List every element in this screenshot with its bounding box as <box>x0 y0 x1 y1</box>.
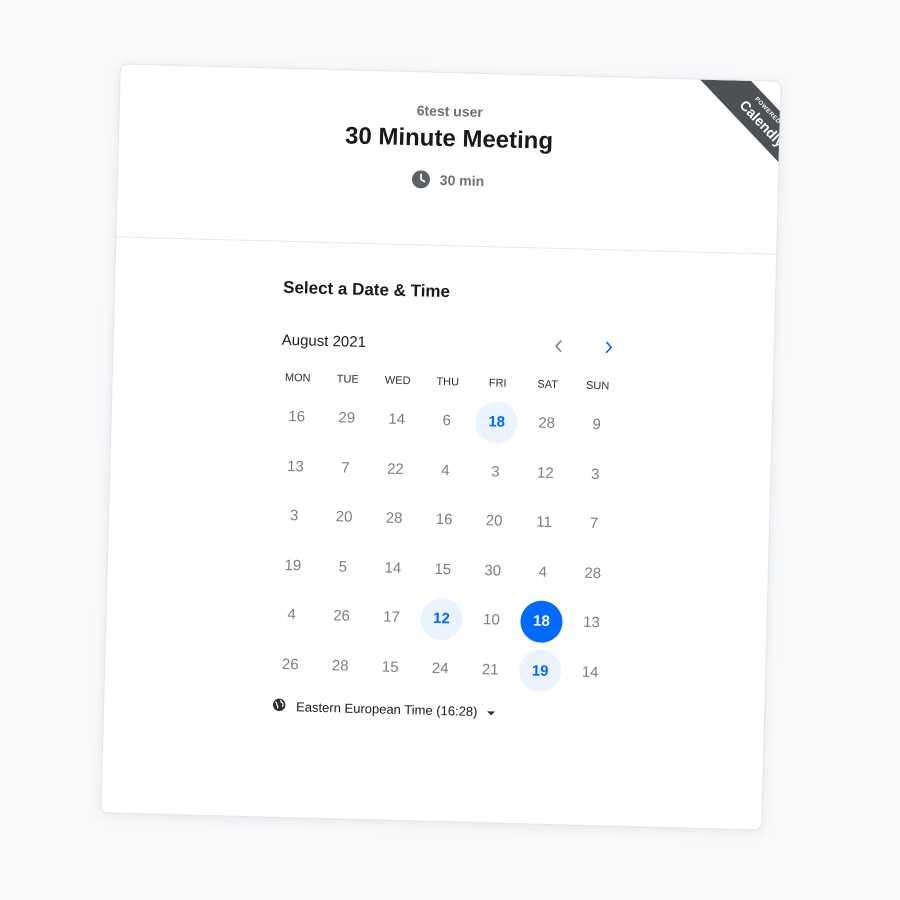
prev-month-button[interactable] <box>545 335 572 362</box>
chevron-right-icon <box>603 340 613 359</box>
chevron-left-icon <box>553 338 563 357</box>
day-cell: 4 <box>538 563 548 581</box>
day-cell: 3 <box>490 463 500 481</box>
day-cell: 9 <box>592 416 602 434</box>
next-month-button[interactable] <box>595 336 622 363</box>
day-cell-selected[interactable]: 18 <box>519 599 564 643</box>
calendar-week-row: 26 28 15 24 21 19 14 <box>265 639 622 698</box>
day-cell: 26 <box>281 655 299 674</box>
day-cell: 28 <box>331 656 349 675</box>
day-cell: 14 <box>388 410 406 429</box>
globe-icon <box>272 698 286 715</box>
day-cell: 16 <box>288 408 306 426</box>
day-cell: 30 <box>484 561 502 580</box>
ribbon-brand-label[interactable]: Calendly <box>706 79 781 182</box>
day-cell-available[interactable]: 19 <box>518 649 562 693</box>
day-cell: 24 <box>431 659 449 678</box>
day-cell: 10 <box>482 611 501 629</box>
month-label: August 2021 <box>281 331 367 351</box>
day-cell: 11 <box>536 513 553 532</box>
day-cell: 12 <box>536 464 554 482</box>
event-duration: 30 min <box>411 170 485 190</box>
day-cell: 14 <box>384 559 402 577</box>
day-cell: 28 <box>584 564 602 582</box>
timezone-label: Eastern European Time (16:28) <box>295 699 478 720</box>
day-cell: 4 <box>287 606 296 624</box>
timezone-selector[interactable]: Eastern European Time (16:28) <box>272 698 496 721</box>
weekday-label: SUN <box>585 379 610 393</box>
day-cell: 20 <box>485 512 503 530</box>
day-cell: 13 <box>286 457 305 476</box>
day-cell: 28 <box>385 509 403 528</box>
duration-label: 30 min <box>439 171 485 190</box>
day-cell: 14 <box>581 663 599 681</box>
day-cell: 16 <box>435 511 453 529</box>
day-cell: 3 <box>289 507 299 525</box>
day-cell: 21 <box>481 660 499 679</box>
weekday-label: TUE <box>336 373 359 386</box>
calendar-weeks: 16 29 14 6 18 28 9 13 7 22 4 3 12 3 3 20 28 16 20 11 7 19 5 14 1… <box>265 392 629 698</box>
weekday-label: WED <box>384 374 411 388</box>
powered-by-ribbon[interactable]: POWERED BY Calendly <box>678 79 781 182</box>
weekday-label: THU <box>436 375 460 389</box>
weekday-label: FRI <box>488 377 507 390</box>
weekday-label: MON <box>284 371 311 385</box>
day-cell: 5 <box>338 558 348 576</box>
day-cell: 29 <box>338 409 356 427</box>
day-cell: 28 <box>538 414 556 433</box>
day-cell: 6 <box>442 412 452 430</box>
section-title: Select a Date & Time <box>282 277 451 302</box>
day-cell: 4 <box>440 461 450 479</box>
day-cell-available[interactable]: 18 <box>475 400 519 444</box>
day-cell: 7 <box>341 459 350 477</box>
caret-down-icon <box>487 704 496 719</box>
day-cell: 7 <box>589 515 599 533</box>
day-cell-available[interactable]: 12 <box>419 597 464 641</box>
booking-card: POWERED BY Calendly 6test user 30 Minute… <box>100 63 782 831</box>
day-cell: 13 <box>582 614 601 632</box>
day-cell: 22 <box>386 460 404 478</box>
day-cell: 15 <box>381 658 399 676</box>
day-cell: 20 <box>335 508 353 526</box>
day-cell: 17 <box>382 608 401 627</box>
day-cell: 19 <box>284 556 302 575</box>
calendar-grid: MON TUE WED THU FRI SAT SUN 16 29 14 6 18 28 9 13 7 22 4… <box>265 372 629 698</box>
weekday-label: SAT <box>537 378 559 392</box>
day-cell: 26 <box>332 607 351 625</box>
day-cell: 3 <box>590 465 600 483</box>
day-cell: 15 <box>434 560 452 579</box>
clock-icon <box>411 170 430 189</box>
